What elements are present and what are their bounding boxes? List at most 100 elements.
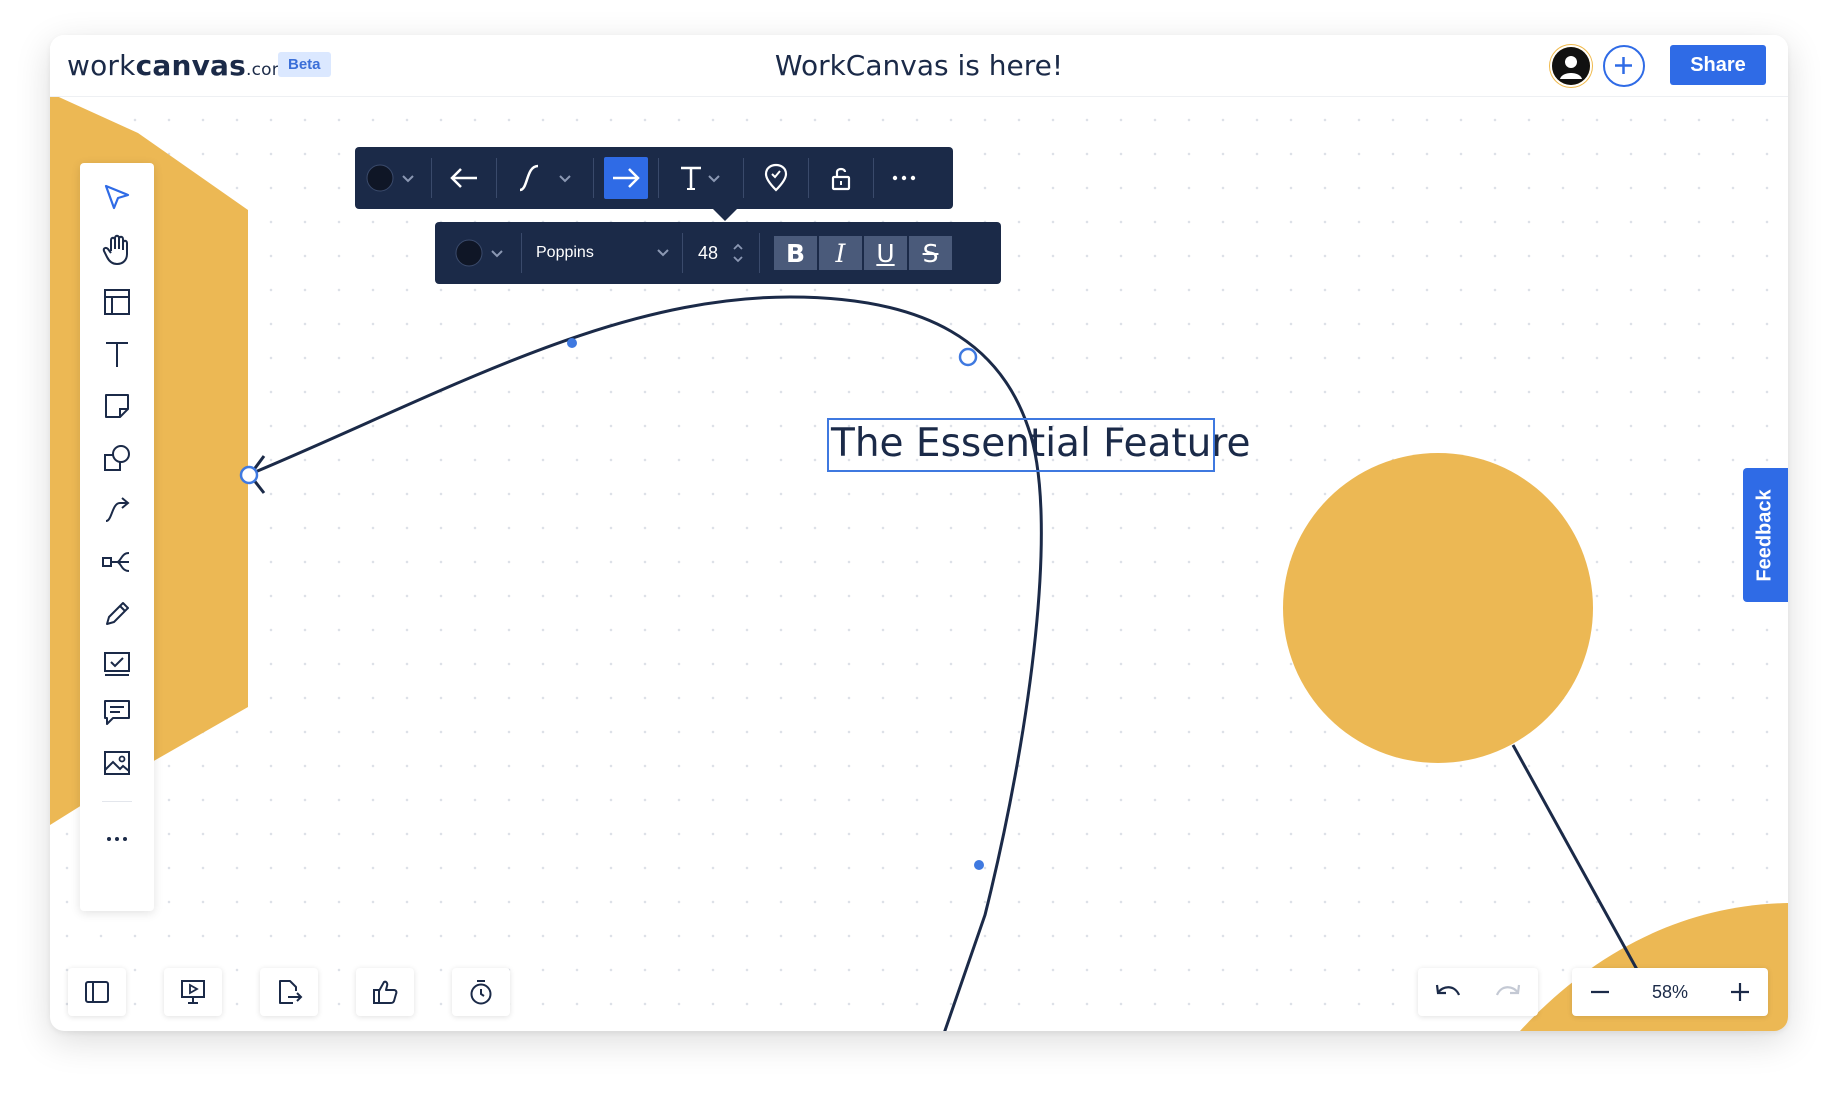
undo-button[interactable] bbox=[1418, 968, 1478, 1016]
app-window: The Essential Feature workcanvas.com Bet… bbox=[50, 35, 1788, 1031]
handle-start bbox=[239, 465, 259, 485]
logo-bold: canvas bbox=[135, 49, 247, 82]
sticky-note-icon bbox=[105, 394, 129, 418]
unlock-icon bbox=[831, 167, 851, 191]
stepper-arrows-icon bbox=[733, 243, 743, 263]
circle-shape bbox=[1283, 453, 1593, 763]
add-collaborator-button[interactable] bbox=[1603, 45, 1645, 87]
tool-connector[interactable] bbox=[80, 488, 154, 532]
vote-button[interactable] bbox=[356, 968, 414, 1016]
text-color-button[interactable] bbox=[435, 222, 521, 284]
zoom-level[interactable]: 58% bbox=[1652, 982, 1688, 1003]
tool-sticky-note[interactable] bbox=[80, 384, 154, 428]
tool-text[interactable] bbox=[80, 332, 154, 376]
redo-button[interactable] bbox=[1478, 968, 1538, 1016]
cursor-icon bbox=[104, 184, 130, 210]
share-button[interactable]: Share bbox=[1670, 45, 1766, 85]
sidebar-icon bbox=[85, 981, 109, 1003]
arrow-end-button[interactable] bbox=[594, 147, 658, 209]
font-family-select[interactable]: Poppins bbox=[522, 244, 682, 262]
italic-button[interactable]: I bbox=[819, 236, 862, 270]
logo[interactable]: workcanvas.com bbox=[67, 49, 289, 82]
tool-more[interactable] bbox=[80, 817, 154, 861]
export-button[interactable] bbox=[260, 968, 318, 1016]
text-icon bbox=[106, 342, 128, 367]
minus-icon bbox=[1591, 990, 1609, 994]
comment-icon bbox=[104, 700, 130, 725]
timer-icon bbox=[470, 980, 492, 1005]
left-toolbar bbox=[80, 163, 154, 911]
arrow-end-active bbox=[604, 157, 648, 199]
image-icon bbox=[104, 751, 130, 775]
connector-icon bbox=[105, 497, 130, 522]
object-toolbar bbox=[355, 147, 953, 221]
arrow-right-icon bbox=[613, 168, 640, 188]
connector-line bbox=[1511, 744, 1642, 976]
underline-button[interactable]: U bbox=[864, 236, 907, 270]
pin-button[interactable] bbox=[744, 147, 808, 209]
bold-button[interactable]: B bbox=[774, 236, 817, 270]
header: workcanvas.com Beta WorkCanvas is here! … bbox=[50, 35, 1788, 97]
text-t-icon bbox=[681, 166, 720, 190]
user-icon bbox=[1552, 47, 1590, 85]
strikethrough-button[interactable]: S bbox=[909, 236, 952, 270]
font-family-value: Poppins bbox=[536, 244, 594, 261]
separator bbox=[759, 233, 760, 273]
tool-select[interactable] bbox=[80, 175, 154, 219]
ellipsis-icon bbox=[892, 175, 916, 181]
mind-map-icon bbox=[102, 552, 130, 572]
redo-icon bbox=[1495, 984, 1521, 996]
handle-mid-2 bbox=[974, 860, 984, 870]
tool-checklist[interactable] bbox=[80, 641, 154, 685]
arrow-start-button[interactable] bbox=[432, 147, 496, 209]
handle-control bbox=[958, 347, 978, 367]
line-style-button[interactable] bbox=[497, 147, 593, 209]
zoom-in-button[interactable] bbox=[1728, 980, 1752, 1004]
history-controls bbox=[1418, 968, 1538, 1016]
zoom-out-button[interactable] bbox=[1588, 980, 1612, 1004]
curve-line-icon bbox=[519, 164, 571, 192]
tool-mind-map[interactable] bbox=[80, 540, 154, 584]
tool-shapes[interactable] bbox=[80, 436, 154, 480]
user-avatar[interactable] bbox=[1550, 45, 1592, 87]
ellipsis-icon bbox=[107, 837, 127, 841]
zoom-controls: 58% bbox=[1572, 968, 1768, 1016]
export-file-icon bbox=[279, 980, 303, 1004]
timer-button[interactable] bbox=[452, 968, 510, 1016]
thumbs-up-icon bbox=[373, 980, 398, 1004]
font-size-value: 48 bbox=[697, 242, 719, 263]
feedback-tab[interactable]: Feedback bbox=[1743, 468, 1788, 602]
arrow-left-icon bbox=[450, 168, 477, 188]
logo-light: work bbox=[67, 49, 136, 82]
feedback-label: Feedback bbox=[1754, 488, 1777, 582]
checklist-icon bbox=[104, 652, 130, 676]
tool-pen[interactable] bbox=[80, 592, 154, 636]
undo-icon bbox=[1435, 984, 1461, 996]
tool-comment[interactable] bbox=[80, 690, 154, 734]
color-swatch-icon bbox=[366, 164, 414, 192]
color-picker-button[interactable] bbox=[355, 147, 431, 209]
more-options-button[interactable] bbox=[874, 147, 934, 209]
tool-hand[interactable] bbox=[80, 228, 154, 272]
format-buttons: B I U S bbox=[774, 236, 952, 270]
frame-icon bbox=[104, 289, 130, 315]
presentation-button[interactable] bbox=[164, 968, 222, 1016]
font-size-stepper[interactable]: 48 bbox=[683, 240, 759, 266]
tool-frame[interactable] bbox=[80, 280, 154, 324]
pencil-icon bbox=[106, 602, 129, 625]
canvas-text-element[interactable]: The Essential Feature bbox=[827, 418, 1251, 472]
lock-button[interactable] bbox=[809, 147, 873, 209]
pin-icon bbox=[764, 163, 788, 192]
toggle-sidebar-button[interactable] bbox=[68, 968, 126, 1016]
toolbar-divider bbox=[102, 801, 132, 802]
plus-icon bbox=[1615, 57, 1632, 74]
text-button[interactable] bbox=[659, 147, 743, 209]
chevron-down-icon bbox=[657, 249, 669, 257]
shapes-icon bbox=[104, 445, 130, 471]
color-swatch-icon bbox=[455, 239, 503, 267]
presentation-icon bbox=[181, 980, 205, 1004]
board-title[interactable]: WorkCanvas is here! bbox=[775, 49, 1063, 82]
handle-mid-1 bbox=[567, 338, 577, 348]
curved-connector bbox=[247, 295, 1043, 1031]
tool-image[interactable] bbox=[80, 741, 154, 785]
